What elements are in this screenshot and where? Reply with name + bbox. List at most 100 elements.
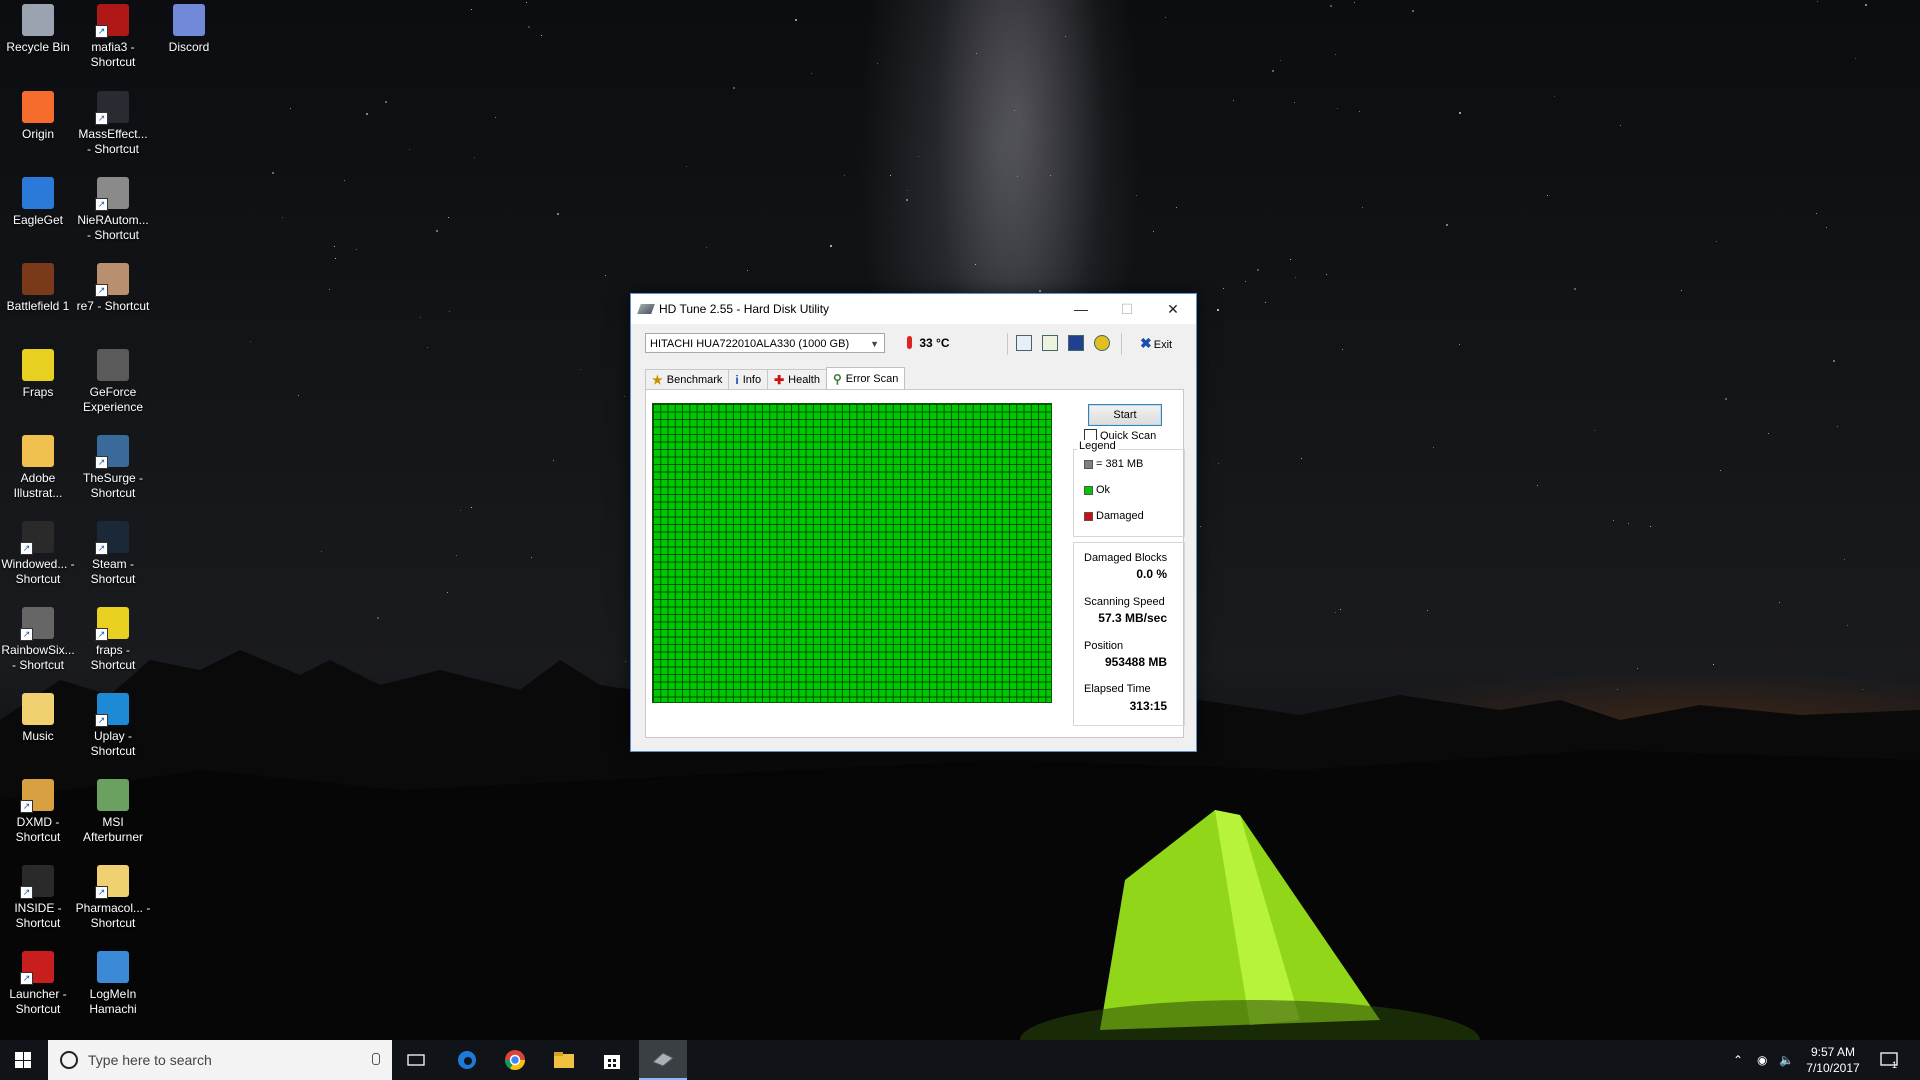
desktop-icon[interactable]: ↗ Windowed... - Shortcut — [0, 521, 76, 587]
exit-icon: ✖ — [1140, 335, 1152, 351]
volume-icon[interactable]: 🔈 — [1779, 1040, 1794, 1080]
drive-select-value: HITACHI HUA722010ALA330 (1000 GB) — [650, 338, 850, 350]
star — [1854, 58, 1856, 60]
star — [1574, 288, 1577, 291]
title-bar[interactable]: HD Tune 2.55 - Hard Disk Utility — ☐ ✕ — [631, 294, 1196, 324]
start-button[interactable]: Start — [1088, 404, 1162, 426]
star — [1432, 447, 1434, 449]
desktop-icon[interactable]: ↗ INSIDE - Shortcut — [0, 865, 76, 931]
file-explorer-icon[interactable] — [540, 1040, 588, 1080]
legend-item-ok: Ok — [1084, 484, 1110, 496]
save-icon[interactable] — [1068, 335, 1084, 351]
nier-icon: ↗ — [95, 177, 129, 211]
star — [1265, 302, 1267, 304]
close-button[interactable]: ✕ — [1150, 294, 1196, 324]
minimize-button[interactable]: — — [1058, 294, 1104, 324]
drive-select[interactable]: HITACHI HUA722010ALA330 (1000 GB) ▼ — [645, 333, 885, 353]
desktop-icon-label: GeForce Experience — [82, 385, 144, 414]
star — [1334, 53, 1336, 55]
star — [321, 551, 323, 553]
star — [580, 369, 582, 371]
desktop-icon[interactable]: ↗ re7 - Shortcut — [75, 263, 151, 314]
maximize-button[interactable]: ☐ — [1104, 294, 1150, 324]
legend-swatch — [1084, 459, 1093, 469]
desktop-icon[interactable]: ↗ fraps - Shortcut — [75, 607, 151, 673]
search-box[interactable]: Type here to search — [48, 1040, 392, 1080]
desktop-icon-label: Uplay - Shortcut — [90, 729, 136, 758]
star — [685, 165, 687, 167]
temperature-value: 33 °C — [919, 336, 950, 350]
desktop-icon[interactable]: Music — [0, 693, 76, 744]
desktop-icon[interactable]: ↗ MassEffect... - Shortcut — [75, 91, 151, 157]
desktop-icon[interactable]: ↗ Steam - Shortcut — [75, 521, 151, 587]
star — [906, 189, 908, 191]
desktop-icon[interactable]: ↗ mafia3 - Shortcut — [75, 4, 151, 70]
copy-text-icon[interactable] — [1042, 335, 1058, 351]
start-button[interactable] — [0, 1040, 46, 1080]
tab-benchmark[interactable]: ★ Benchmark — [645, 369, 730, 390]
store-icon[interactable] — [588, 1040, 636, 1080]
star — [830, 245, 833, 248]
clock[interactable]: 9:57 AM 7/10/2017 — [1793, 1044, 1873, 1076]
exit-button[interactable]: ✖ Exit — [1140, 335, 1172, 352]
shortcut-arrow-icon: ↗ — [95, 25, 108, 38]
desktop-icon-label: DXMD - Shortcut — [15, 815, 61, 844]
copy-info-icon[interactable] — [1016, 335, 1032, 351]
dxmd-icon: ↗ — [20, 779, 54, 813]
desktop-icon[interactable]: EagleGet — [0, 177, 76, 228]
star — [1843, 559, 1845, 561]
network-icon[interactable]: ◉ — [1757, 1040, 1767, 1080]
star — [1049, 175, 1051, 177]
clock-time: 9:57 AM — [1810, 1045, 1856, 1059]
star — [420, 317, 422, 319]
star — [557, 212, 560, 215]
star — [1619, 124, 1621, 126]
desktop-icon[interactable]: LogMeIn Hamachi — [75, 951, 151, 1017]
shortcut-arrow-icon: ↗ — [20, 628, 33, 641]
star — [1013, 109, 1015, 111]
windows-logo-icon — [15, 1052, 31, 1068]
star — [335, 258, 337, 260]
desktop-icon[interactable]: GeForce Experience — [75, 349, 151, 415]
desktop-icon-label: Adobe Illustrat... — [13, 471, 63, 500]
desktop-icon[interactable]: ↗ DXMD - Shortcut — [0, 779, 76, 845]
desktop-icon[interactable]: MSI Afterburner — [75, 779, 151, 845]
tab-info[interactable]: i Info — [728, 369, 769, 390]
desktop-icon[interactable]: Adobe Illustrat... — [0, 435, 76, 501]
temperature-display: 33 °C — [907, 336, 950, 350]
desktop-icon[interactable]: ↗ Launcher - Shortcut — [0, 951, 76, 1017]
tab-error-scan[interactable]: ⚲ Error Scan — [825, 367, 906, 390]
rainbowsix-icon: ↗ — [20, 607, 54, 641]
star — [1715, 241, 1717, 243]
edge-icon[interactable] — [443, 1040, 491, 1080]
options-icon[interactable] — [1094, 335, 1110, 351]
discord-icon — [173, 4, 205, 36]
star — [1817, 1, 1819, 3]
desktop-icon[interactable]: ↗ RainbowSix... - Shortcut — [0, 607, 76, 673]
desktop-icon[interactable]: ↗ TheSurge - Shortcut — [75, 435, 151, 501]
damaged-blocks-value: 0.0 % — [1136, 567, 1167, 581]
hdtune-taskbar-icon[interactable] — [639, 1040, 687, 1080]
desktop-icon[interactable]: Origin — [0, 91, 76, 142]
star — [1017, 175, 1019, 177]
desktop-icon[interactable]: Battlefield 1 — [0, 263, 76, 314]
task-view-icon[interactable] — [392, 1040, 440, 1080]
star — [1458, 344, 1460, 346]
tab-health[interactable]: ✚ Health — [767, 369, 827, 390]
info-icon: i — [735, 373, 739, 387]
desktop-icon[interactable]: ↗ NieRAutom... - Shortcut — [75, 177, 151, 243]
desktop-icon[interactable]: ↗ Uplay - Shortcut — [75, 693, 151, 759]
chrome-icon[interactable] — [491, 1040, 539, 1080]
window-title: HD Tune 2.55 - Hard Disk Utility — [659, 302, 830, 316]
desktop-icon[interactable]: Fraps — [0, 349, 76, 400]
desktop-icon[interactable]: Discord — [151, 4, 227, 55]
desktop-icon[interactable]: ↗ Pharmacol... - Shortcut — [75, 865, 151, 931]
star — [553, 460, 555, 462]
hdtune-window[interactable]: HD Tune 2.55 - Hard Disk Utility — ☐ ✕ H… — [630, 293, 1197, 752]
desktop-icon-label: Recycle Bin — [6, 40, 70, 54]
action-center-icon[interactable]: 1 — [1880, 1040, 1898, 1080]
desktop-icon-label: EagleGet — [12, 213, 64, 227]
star — [1459, 112, 1462, 115]
show-hidden-icons[interactable]: ⌃ — [1733, 1040, 1743, 1080]
desktop-icon[interactable]: Recycle Bin — [0, 4, 76, 55]
